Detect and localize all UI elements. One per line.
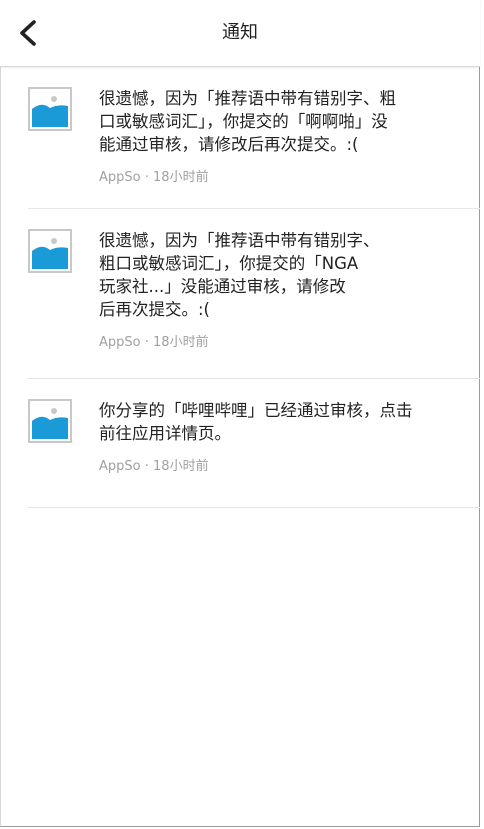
notification-source: AppSo — [99, 170, 141, 185]
notification-meta: AppSo · 18小时前 — [99, 334, 449, 352]
image-placeholder-icon — [28, 229, 72, 273]
notification-source: AppSo — [99, 335, 141, 350]
thumbnail — [28, 229, 72, 273]
meta-separator: · — [144, 170, 149, 185]
notification-meta: AppSo · 18小时前 — [99, 169, 449, 187]
notification-message: 很遗憾，因为「推荐语中带有错别字、 粗口或敏感词汇」，你提交的「NGA 玩家社.… — [99, 231, 380, 319]
notification-time: 18小时前 — [153, 335, 209, 350]
notification-item[interactable]: 很遗憾，因为「推荐语中带有错别字、 粗口或敏感词汇」，你提交的「NGA 玩家社.… — [28, 209, 480, 379]
notification-content: 你分享的「哔哩哔哩」已经通过审核，点击 前往应用详情页。 AppSo · 18小… — [99, 399, 449, 476]
notification-item[interactable]: 你分享的「哔哩哔哩」已经通过审核，点击 前往应用详情页。 AppSo · 18小… — [28, 379, 480, 508]
notification-item[interactable]: 很遗憾，因为「推荐语中带有错别字、粗 口或敏感词汇」，你提交的「啊啊啪」没 能通… — [28, 67, 480, 209]
notification-time: 18小时前 — [153, 459, 209, 474]
notification-content: 很遗憾，因为「推荐语中带有错别字、 粗口或敏感词汇」，你提交的「NGA 玩家社.… — [99, 229, 449, 352]
notification-meta: AppSo · 18小时前 — [99, 458, 449, 476]
page-title: 通知 — [222, 22, 258, 43]
notification-source: AppSo — [99, 459, 141, 474]
notification-message: 很遗憾，因为「推荐语中带有错别字、粗 口或敏感词汇」，你提交的「啊啊啪」没 能通… — [99, 89, 396, 154]
image-placeholder-icon — [28, 399, 72, 443]
top-bar: 通知 — [0, 0, 480, 67]
notification-content: 很遗憾，因为「推荐语中带有错别字、粗 口或敏感词汇」，你提交的「啊啊啪」没 能通… — [99, 87, 449, 187]
image-placeholder-icon — [28, 87, 72, 131]
thumbnail — [28, 87, 72, 131]
meta-separator: · — [144, 459, 149, 474]
notification-message: 你分享的「哔哩哔哩」已经通过审核，点击 前往应用详情页。 — [99, 401, 413, 443]
notification-time: 18小时前 — [153, 170, 209, 185]
thumbnail — [28, 399, 72, 443]
notification-list: 很遗憾，因为「推荐语中带有错别字、粗 口或敏感词汇」，你提交的「啊啊啪」没 能通… — [0, 67, 480, 508]
meta-separator: · — [144, 335, 149, 350]
